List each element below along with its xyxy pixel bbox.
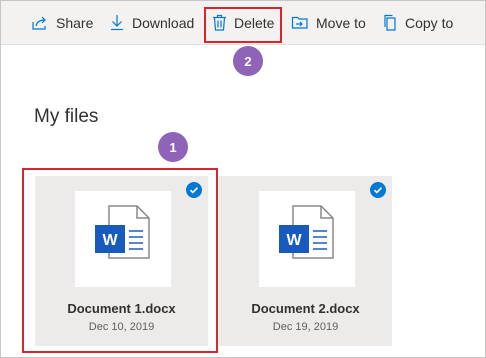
word-doc-icon: W (279, 205, 334, 259)
file-tile-document-2[interactable]: W Document 2.docx Dec 19, 2019 (219, 176, 392, 346)
file-date: Dec 19, 2019 (272, 321, 339, 333)
share-icon (31, 15, 49, 31)
delete-highlight-box (204, 7, 282, 43)
move-to-icon (291, 15, 309, 30)
download-button[interactable]: Download (109, 1, 194, 44)
copy-icon (382, 14, 398, 31)
step-1-badge: 1 (158, 132, 188, 162)
download-label: Download (132, 14, 195, 31)
copy-to-label: Copy to (405, 14, 454, 31)
share-button[interactable]: Share (31, 1, 93, 44)
file-thumbnail: W (259, 191, 355, 287)
svg-text:W: W (286, 232, 302, 249)
page-title: My files (34, 106, 99, 127)
selected-check-icon[interactable] (370, 182, 386, 198)
file-name: Document 2.docx (251, 301, 360, 316)
copy-to-button[interactable]: Copy to (382, 1, 453, 44)
move-to-button[interactable]: Move to (291, 1, 366, 44)
move-to-label: Move to (316, 14, 366, 31)
share-label: Share (56, 14, 94, 31)
document-1-highlight-box (22, 168, 218, 353)
step-2-badge: 2 (233, 46, 263, 76)
download-icon (109, 14, 125, 31)
